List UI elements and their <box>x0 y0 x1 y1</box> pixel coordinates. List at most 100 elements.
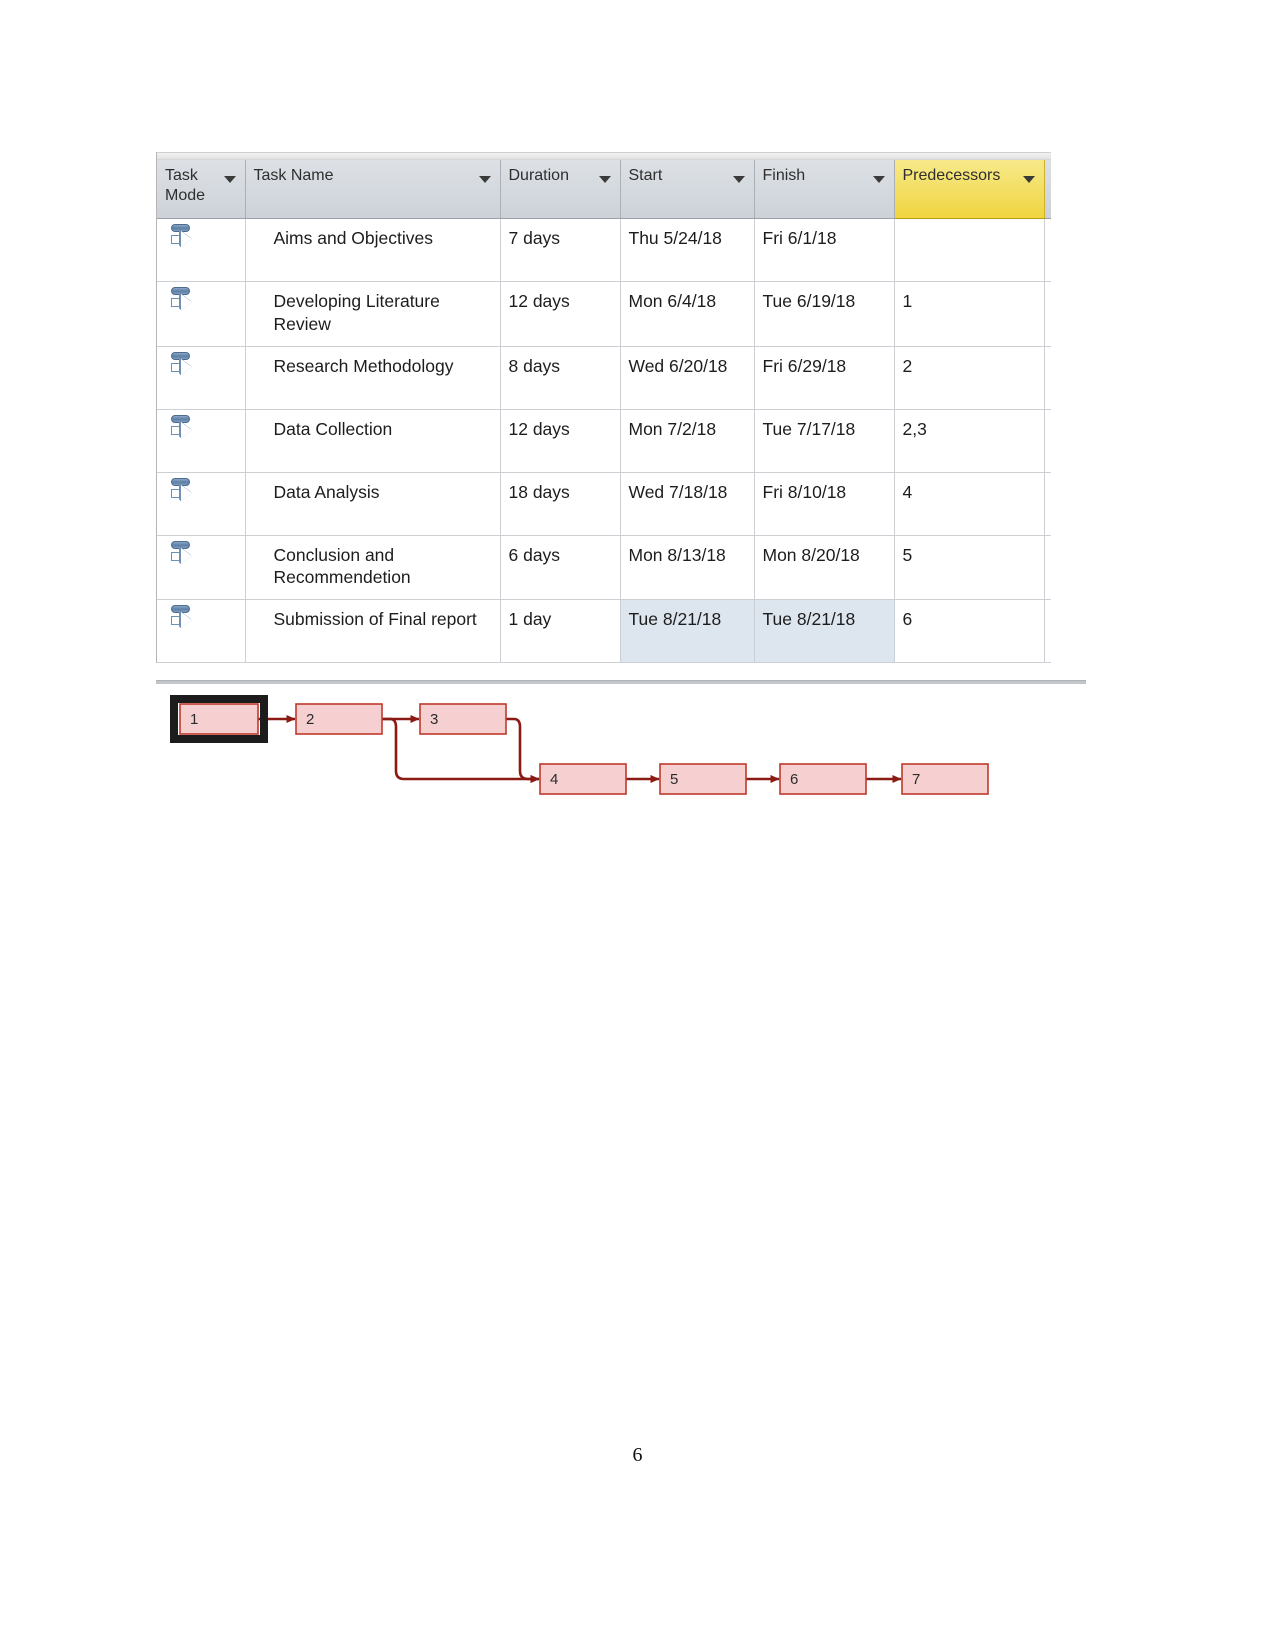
cell-duration[interactable]: 7 days <box>500 218 621 282</box>
cell-duration[interactable]: 12 days <box>500 281 621 347</box>
table-header-row: Task Mode Task Name Duration Start Finis… <box>157 160 1051 219</box>
filter-dropdown-icon[interactable] <box>732 176 745 183</box>
cell-start[interactable]: Thu 5/24/18 <box>620 218 755 282</box>
cell-task-name[interactable]: Aims and Objectives <box>245 218 501 282</box>
cell-predecessors[interactable]: 4 <box>894 472 1045 536</box>
cell-finish[interactable]: Fri 6/1/18 <box>754 218 895 282</box>
network-node-1[interactable]: 1 <box>170 695 268 743</box>
precedence-network-diagram: 1 2 3 4 5 6 7 <box>156 676 1086 806</box>
cell-next-partial <box>1044 535 1051 600</box>
cell-predecessors[interactable] <box>894 218 1045 282</box>
cell-task-mode[interactable] <box>157 281 246 347</box>
cell-task-mode[interactable] <box>157 535 246 600</box>
cell-start[interactable]: Mon 7/2/18 <box>620 409 755 473</box>
cell-finish[interactable]: Fri 8/10/18 <box>754 472 895 536</box>
node-label: 2 <box>306 711 314 728</box>
cell-task-mode[interactable] <box>157 218 246 282</box>
column-header-duration[interactable]: Duration <box>500 160 621 219</box>
table-row[interactable]: Data Collection 12 days Mon 7/2/18 Tue 7/17… <box>157 409 1051 473</box>
cell-next-partial <box>1044 281 1051 347</box>
cell-start[interactable]: Wed 7/18/18 <box>620 472 755 536</box>
cell-task-name[interactable]: Developing Literature Review <box>245 281 501 347</box>
cell-duration[interactable]: 8 days <box>500 346 621 410</box>
table-row[interactable]: Research Methodology 8 days Wed 6/20/18 Fri… <box>157 346 1051 410</box>
column-header-next-partial[interactable] <box>1044 160 1051 219</box>
auto-scheduled-icon <box>170 351 194 378</box>
cell-start[interactable]: Wed 6/20/18 <box>620 346 755 410</box>
table-top-strip <box>157 152 1051 160</box>
cell-start[interactable]: Tue 8/21/18 <box>620 599 755 663</box>
column-header-label: Start <box>628 167 663 184</box>
filter-dropdown-icon[interactable] <box>478 176 491 183</box>
network-node-6[interactable]: 6 <box>779 763 867 795</box>
cell-task-name[interactable]: Research Methodology <box>245 346 501 410</box>
node-label: 7 <box>912 771 920 788</box>
auto-scheduled-icon <box>170 287 194 313</box>
node-label: 5 <box>670 771 678 788</box>
column-header-task-name[interactable]: Task Name <box>245 160 501 219</box>
column-header-label: Task Name <box>253 167 334 184</box>
table-row[interactable]: Data Analysis 18 days Wed 7/18/18 Fri 8/10/… <box>157 472 1051 536</box>
auto-scheduled-icon <box>170 540 194 567</box>
table-row[interactable]: Conclusion and Recommendetion 6 days Mon 8… <box>157 535 1051 600</box>
node-label: 3 <box>430 711 438 728</box>
cell-duration[interactable]: 1 day <box>500 599 621 663</box>
node-label: 6 <box>790 771 798 788</box>
cell-predecessors[interactable]: 6 <box>894 599 1045 663</box>
cell-duration[interactable]: 18 days <box>500 472 621 536</box>
cell-task-mode[interactable] <box>157 346 246 410</box>
cell-task-name[interactable]: Submission of Final report <box>245 599 501 663</box>
network-node-4[interactable]: 4 <box>539 763 627 795</box>
column-header-label: Predecessors <box>902 167 1001 184</box>
filter-dropdown-icon[interactable] <box>872 176 885 183</box>
page-number: 6 <box>632 1444 643 1466</box>
filter-dropdown-icon[interactable] <box>598 176 611 183</box>
column-header-label: Finish <box>762 167 806 184</box>
column-header-finish[interactable]: Finish <box>754 160 895 219</box>
node-label: 1 <box>190 711 198 728</box>
cell-next-partial <box>1044 599 1051 663</box>
column-header-predecessors[interactable]: Predecessors <box>894 160 1045 219</box>
cell-predecessors[interactable]: 2,3 <box>894 409 1045 473</box>
network-node-5[interactable]: 5 <box>659 763 747 795</box>
network-link <box>506 717 540 783</box>
cell-finish[interactable]: Tue 8/21/18 <box>754 599 895 663</box>
network-node-7[interactable]: 7 <box>901 763 989 795</box>
task-grid: Task Mode Task Name Duration Start Finis… <box>157 160 1051 663</box>
network-node-2[interactable]: 2 <box>295 703 383 735</box>
cell-finish[interactable]: Tue 7/17/18 <box>754 409 895 473</box>
cell-predecessors[interactable]: 1 <box>894 281 1045 347</box>
cell-next-partial <box>1044 409 1051 473</box>
cell-task-mode[interactable] <box>157 409 246 473</box>
cell-finish[interactable]: Fri 6/29/18 <box>754 346 895 410</box>
cell-finish[interactable]: Tue 6/19/18 <box>754 281 895 347</box>
filter-dropdown-icon[interactable] <box>1022 176 1035 183</box>
cell-duration[interactable]: 6 days <box>500 535 621 600</box>
node-label: 4 <box>550 771 558 788</box>
filter-dropdown-icon[interactable] <box>223 176 236 183</box>
task-grid-body: Aims and Objectives 7 days Thu 5/24/18 Fri … <box>157 218 1051 663</box>
cell-task-name[interactable]: Conclusion and Recommendetion <box>245 535 501 600</box>
cell-task-name[interactable]: Data Analysis <box>245 472 501 536</box>
cell-finish[interactable]: Mon 8/20/18 <box>754 535 895 600</box>
column-header-task-mode[interactable]: Task Mode <box>157 160 246 219</box>
network-node-3[interactable]: 3 <box>419 703 507 735</box>
cell-task-name[interactable]: Data Collection <box>245 409 501 473</box>
table-row[interactable]: Submission of Final report 1 day Tue 8/21/… <box>157 599 1051 663</box>
network-diagram-canvas: 1 2 3 4 5 6 7 <box>170 695 989 795</box>
cell-duration[interactable]: 12 days <box>500 409 621 473</box>
auto-scheduled-icon <box>170 414 194 441</box>
table-row[interactable]: Aims and Objectives 7 days Thu 5/24/18 Fri … <box>157 218 1051 282</box>
table-row[interactable]: Developing Literature Review 12 days Mon 6… <box>157 281 1051 347</box>
cell-start[interactable]: Mon 8/13/18 <box>620 535 755 600</box>
cell-predecessors[interactable]: 2 <box>894 346 1045 410</box>
cell-next-partial <box>1044 346 1051 410</box>
cell-task-mode[interactable] <box>157 599 246 663</box>
cell-next-partial <box>1044 218 1051 282</box>
column-header-start[interactable]: Start <box>620 160 755 219</box>
cell-predecessors[interactable]: 5 <box>894 535 1045 600</box>
cell-start[interactable]: Mon 6/4/18 <box>620 281 755 347</box>
project-task-table: Task Mode Task Name Duration Start Finis… <box>156 152 1051 663</box>
auto-scheduled-icon <box>170 605 194 631</box>
cell-task-mode[interactable] <box>157 472 246 536</box>
